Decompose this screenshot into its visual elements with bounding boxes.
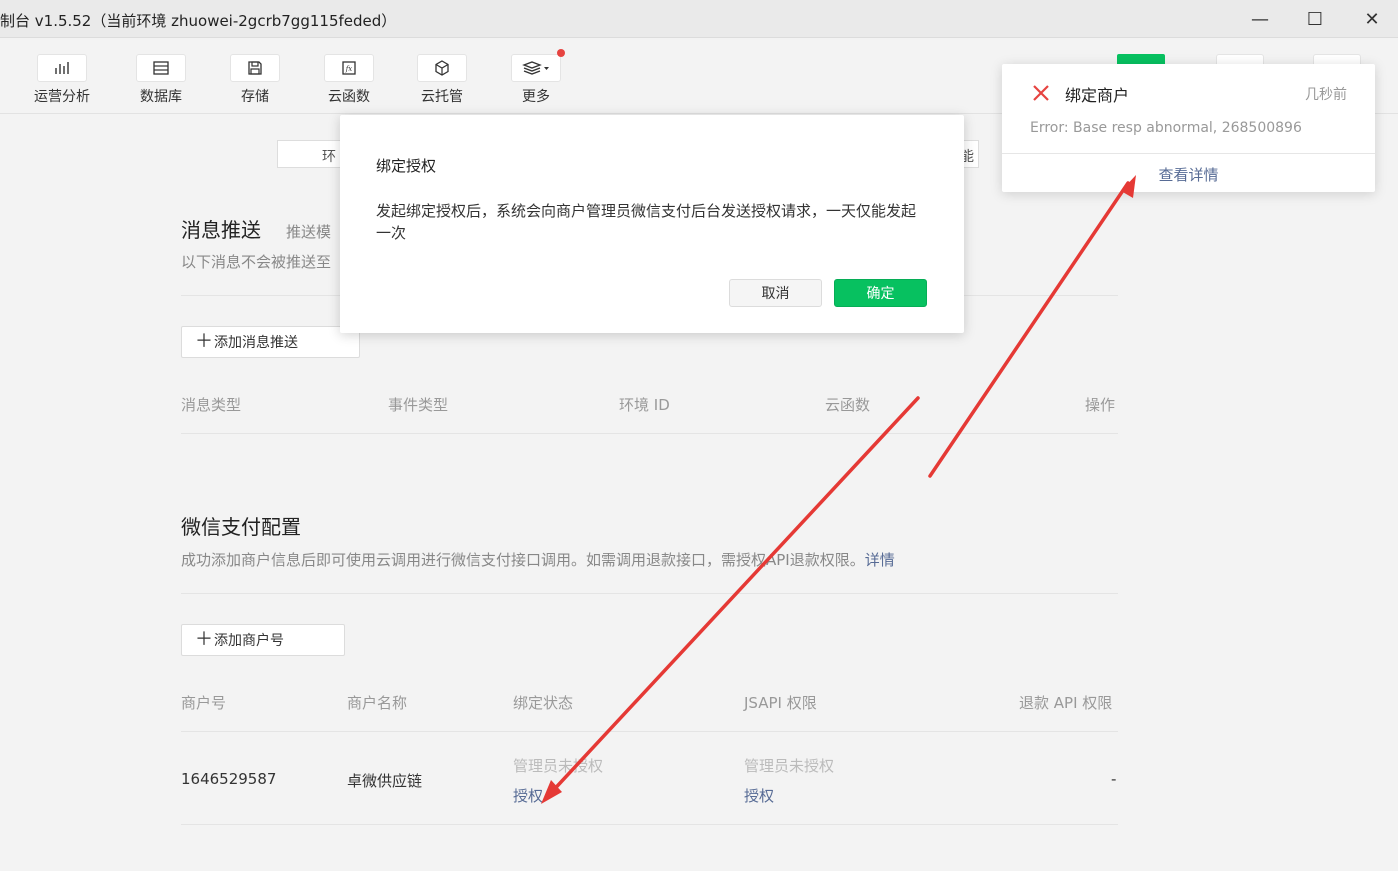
section-desc: 以下消息不会被推送至 [181,253,332,271]
merchant-name: 卓微供应链 [347,772,423,790]
tab-environment[interactable]: 环 [322,146,336,166]
button-label: 添加商户号 [214,633,284,649]
refund-permission: - [1111,770,1117,788]
hidden-toolbar-button[interactable] [1117,54,1165,64]
dialog-title: 绑定授权 [376,157,437,175]
maximize-button[interactable]: ☐ [1295,4,1335,34]
hidden-toolbar-button[interactable] [1216,54,1264,64]
title-bar: 制台 v1.5.52（当前环境 zhuowei-2gcrb7gg115feded… [0,0,1398,38]
details-link[interactable]: 详情 [865,551,895,569]
column-header: 绑定状态 [513,694,574,712]
layers-icon [511,54,561,82]
divider [181,433,1118,434]
toolbar-item-more[interactable]: 更多 [506,54,566,106]
hidden-toolbar-button[interactable] [1313,54,1361,64]
toolbar-label: 云托管 [421,89,463,105]
function-icon: fx [324,54,374,82]
toolbar-item-storage[interactable]: 存储 [225,54,285,106]
cube-icon [417,54,467,82]
view-details-link[interactable]: 查看详情 [1002,164,1375,185]
column-header: JSAPI 权限 [744,694,817,712]
arrow-to-authorize [546,396,920,798]
jsapi-status: 管理员未授权 [744,757,835,775]
minimize-button[interactable]: — [1240,4,1280,34]
dialog-body: 发起绑定授权后，系统会向商户管理员微信支付后台发送授权请求，一天仅能发起一次 [376,202,917,242]
column-header: 商户号 [181,694,227,712]
section-title-wechat-pay: 微信支付配置 [181,515,301,539]
bind-authorize-dialog: 绑定授权 发起绑定授权后，系统会向商户管理员微信支付后台发送授权请求，一天仅能发… [340,115,964,333]
divider [181,824,1118,825]
section-desc: 成功添加商户信息后即可使用云调用进行微信支付接口调用。如需调用退款接口，需授权A… [181,549,895,570]
bar-chart-icon [37,54,87,82]
toolbar-label: 存储 [241,89,269,105]
desc-text: 成功添加商户信息后即可使用云调用进行微信支付接口调用。如需调用退款接口，需授权A… [181,551,865,569]
error-notification: 绑定商户 几秒前 Error: Base resp abnormal, 2685… [1002,64,1375,192]
toolbar-label: 数据库 [140,89,182,105]
bind-status: 管理员未授权 [513,757,604,775]
divider [1002,153,1375,154]
column-header: 事件类型 [388,396,449,414]
button-label: 添加消息推送 [214,335,298,351]
column-header: 操作 [1085,396,1116,414]
column-header: 云函数 [825,396,871,414]
toolbar-item-database[interactable]: 数据库 [131,54,191,106]
section-title-message-push: 消息推送 [181,218,261,242]
toolbar-item-cloud-function[interactable]: fx 云函数 [319,54,379,106]
toolbar-item-cloud-hosting[interactable]: 云托管 [412,54,472,106]
jsapi-authorize-link[interactable]: 授权 [744,785,774,806]
toolbar-label: 更多 [522,89,550,105]
arrowhead-icon [541,780,562,804]
confirm-button[interactable]: 确定 [834,279,927,307]
section-subtitle: 推送模 [286,223,332,241]
add-message-push-button[interactable]: ＋ 添加消息推送 [181,326,360,358]
toolbar-item-analytics[interactable]: 运营分析 [32,54,92,106]
close-button[interactable]: ✕ [1352,4,1392,34]
merchant-id: 1646529587 [181,770,277,788]
toolbar-label: 云函数 [328,89,370,105]
divider [181,593,1118,594]
column-header: 环境 ID [619,396,670,414]
error-close-icon [1033,85,1049,101]
toolbar-label: 运营分析 [34,89,90,105]
svg-text:fx: fx [345,65,353,73]
plus-icon: ＋ [195,629,213,650]
notification-message: Error: Base resp abnormal, 268500896 [1030,120,1302,136]
column-header: 退款 API 权限 [1019,694,1113,712]
notification-dot [557,49,565,57]
database-icon [136,54,186,82]
divider [181,731,1118,732]
column-header: 消息类型 [181,396,242,414]
cancel-button[interactable]: 取消 [729,279,822,307]
save-icon [230,54,280,82]
plus-icon: ＋ [195,331,213,352]
notification-time: 几秒前 [1305,87,1347,103]
notification-title: 绑定商户 [1065,86,1130,105]
window-title: 制台 v1.5.52（当前环境 zhuowei-2gcrb7gg115feded… [0,12,397,30]
column-header: 商户名称 [347,694,408,712]
bind-authorize-link[interactable]: 授权 [513,785,543,806]
add-merchant-button[interactable]: ＋ 添加商户号 [181,624,345,656]
